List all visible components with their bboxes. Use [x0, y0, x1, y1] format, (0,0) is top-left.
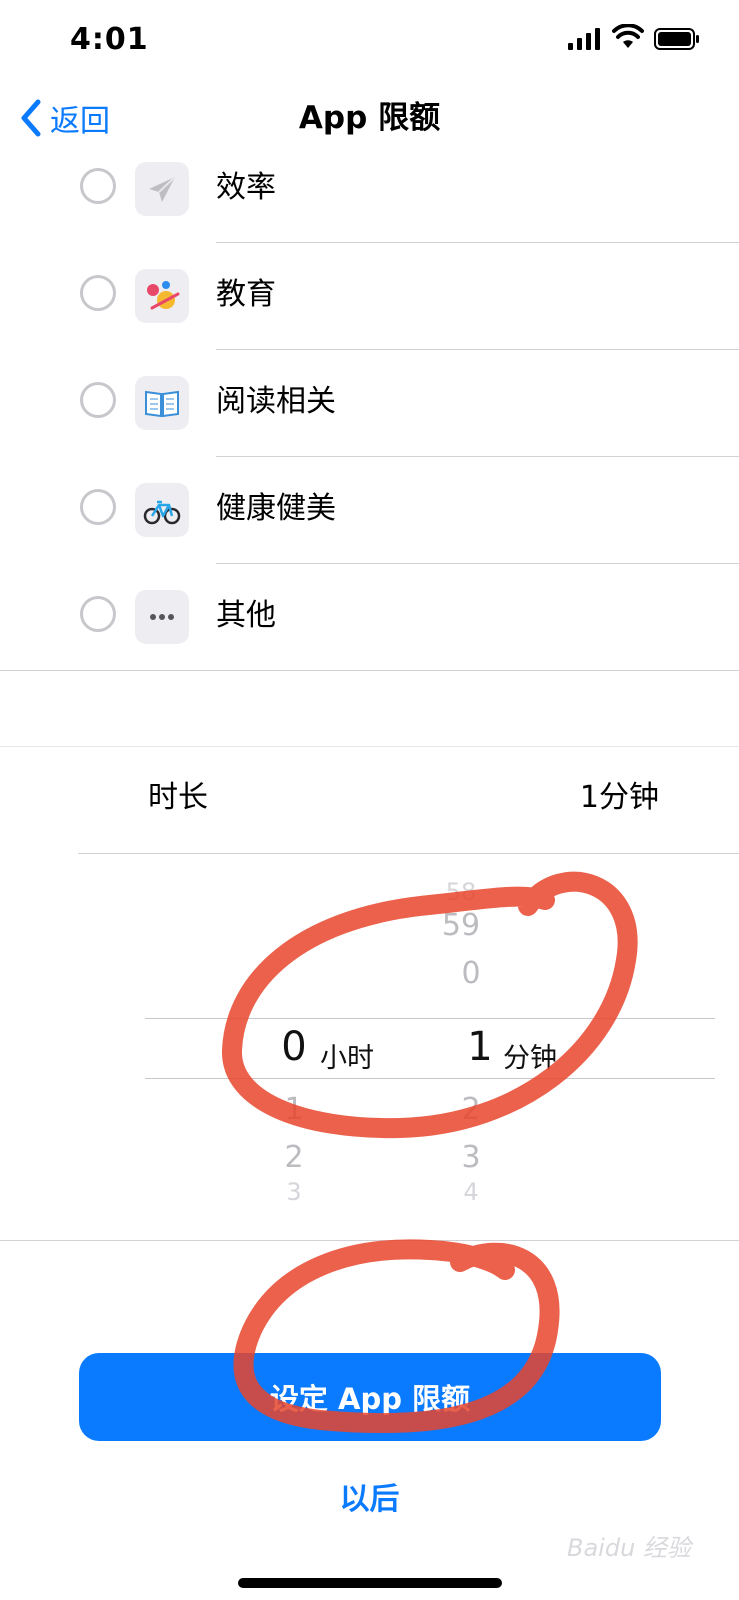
category-label: 健康健美 [216, 491, 336, 526]
hours-unit: 小时 [320, 1043, 374, 1074]
minutes-option: 4 [463, 1178, 479, 1206]
set-app-limit-button[interactable]: 设定 App 限额 [79, 1353, 661, 1441]
minutes-option: 2 [461, 1092, 481, 1127]
page-title: App 限额 [298, 100, 441, 136]
book-icon [135, 376, 189, 430]
minutes-selected: 1 [467, 1024, 493, 1070]
category-row-efficiency[interactable]: 效率 [0, 136, 739, 243]
radio-button[interactable] [80, 489, 116, 525]
radio-button[interactable] [80, 596, 116, 632]
status-bar: 4:01 [0, 0, 739, 80]
minutes-option: 59 [441, 908, 481, 943]
radio-button[interactable] [80, 382, 116, 418]
category-label: 其他 [216, 598, 276, 633]
hours-option: 2 [284, 1140, 304, 1175]
time-picker[interactable]: 0 小时 1 2 3 58 59 0 1 分钟 2 3 4 [0, 854, 739, 1240]
radio-button[interactable] [80, 168, 116, 204]
minutes-option: 0 [461, 956, 481, 991]
category-label: 阅读相关 [216, 384, 336, 419]
bicycle-icon [135, 483, 189, 537]
hours-selected: 0 [281, 1024, 307, 1070]
watermark: Baidu 经验 [567, 1534, 691, 1562]
category-row-education[interactable]: 教育 [0, 243, 739, 350]
picker-selection-top [145, 1018, 715, 1019]
battery-icon [654, 28, 699, 50]
section-divider [0, 1240, 739, 1241]
row-divider [0, 670, 739, 671]
cellular-signal-icon [568, 28, 600, 50]
home-indicator [238, 1578, 502, 1588]
category-list: 效率 教育 阅读相关 健康健美 其他 [0, 136, 739, 671]
category-row-reading[interactable]: 阅读相关 [0, 350, 739, 457]
paper-plane-icon [135, 162, 189, 216]
hours-option: 1 [284, 1092, 304, 1127]
planet-icon [135, 269, 189, 323]
minutes-option: 58 [445, 878, 477, 906]
category-label: 教育 [216, 277, 276, 312]
hours-option: 3 [286, 1178, 302, 1206]
radio-button[interactable] [80, 275, 116, 311]
wifi-icon [612, 24, 644, 48]
picker-selection-bottom [145, 1078, 715, 1079]
category-row-fitness[interactable]: 健康健美 [0, 457, 739, 564]
status-time: 4:01 [70, 22, 149, 57]
category-label: 效率 [216, 170, 276, 205]
duration-row[interactable]: 时长 1分钟 [0, 746, 739, 854]
category-row-other[interactable]: 其他 [0, 564, 739, 671]
ellipsis-icon [135, 590, 189, 644]
minutes-option: 3 [461, 1140, 481, 1175]
duration-value: 1分钟 [579, 780, 659, 815]
minutes-unit: 分钟 [503, 1043, 557, 1074]
later-button[interactable]: 以后 [0, 1474, 739, 1518]
duration-label: 时长 [148, 780, 208, 815]
